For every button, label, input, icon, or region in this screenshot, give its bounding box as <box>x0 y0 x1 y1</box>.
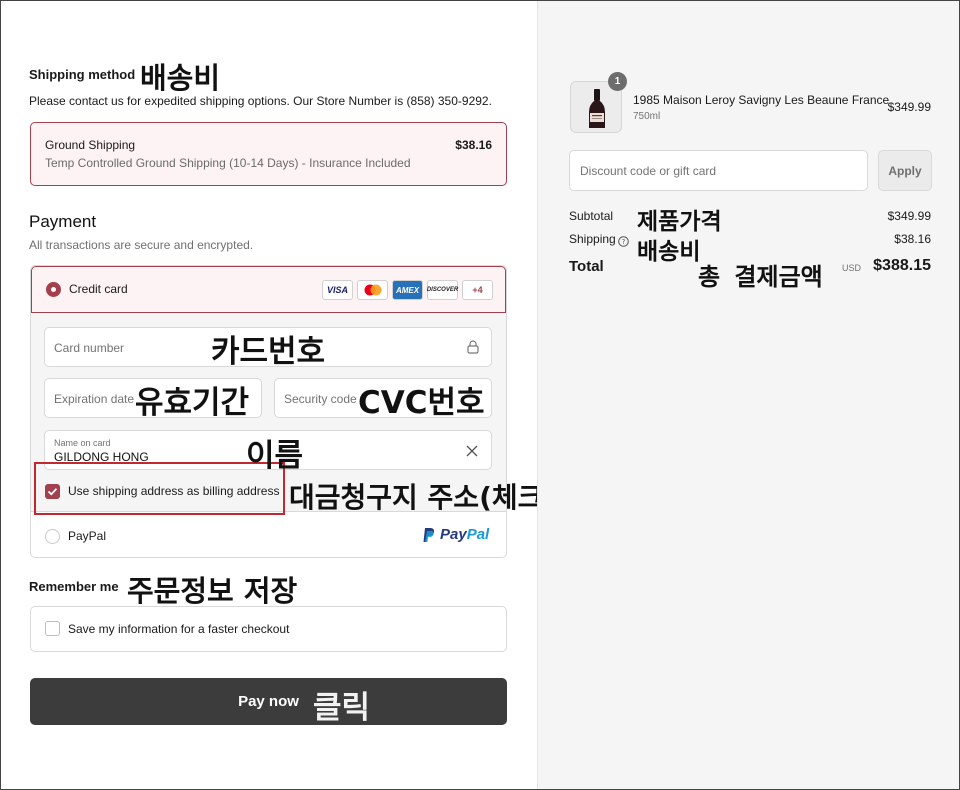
remember-me-option[interactable]: Save my information for a faster checkou… <box>30 606 507 652</box>
order-summary: 1 1985 Maison Leroy Savigny Les Beaune F… <box>537 1 959 789</box>
pay-now-button[interactable]: Pay now <box>30 678 507 725</box>
apply-button[interactable]: Apply <box>878 150 932 191</box>
product-price: $349.99 <box>887 100 931 114</box>
shipping-value: $38.16 <box>894 232 931 246</box>
annotation-click: 클릭 <box>313 690 371 726</box>
remember-me-label: Save my information for a faster checkou… <box>68 622 290 636</box>
clear-icon[interactable] <box>466 444 478 462</box>
amex-icon: AMEX <box>392 280 423 300</box>
total-label: Total <box>569 258 604 275</box>
checkout-form: Shipping method 배송비 Please contact us fo… <box>1 1 575 789</box>
credit-card-option[interactable]: Credit card VISA AMEX DISCOVER +4 <box>31 266 506 313</box>
payment-subtitle: All transactions are secure and encrypte… <box>29 238 254 252</box>
shipping-option-name: Ground Shipping <box>45 138 136 152</box>
credit-card-radio[interactable] <box>46 282 61 297</box>
paypal-logo-pal: Pal <box>466 526 490 543</box>
lock-icon <box>467 340 479 359</box>
annotation-summary-shipping: 배송비 <box>637 239 701 265</box>
apply-label: Apply <box>888 163 922 178</box>
annotation-product-price: 제품가격 <box>637 209 722 235</box>
annotation-billing: 대금청구지 주소(체크o) <box>289 481 576 514</box>
annotation-expiration: 유효기간 <box>135 385 250 421</box>
visa-icon: VISA <box>322 280 353 300</box>
product-name: 1985 Maison Leroy Savigny Les Beaune Fra… <box>633 93 890 107</box>
security-placeholder: Security code <box>284 392 357 406</box>
shipping-label: Shipping <box>569 232 616 246</box>
paypal-radio[interactable] <box>45 529 60 544</box>
subtotal-value: $349.99 <box>887 209 931 223</box>
shipping-option-price: $38.16 <box>455 138 492 152</box>
annotation-cvc: CVC번호 <box>358 385 485 421</box>
discount-placeholder: Discount code or gift card <box>580 164 717 178</box>
card-number-placeholder: Card number <box>54 341 125 355</box>
total-value: $388.15 <box>873 257 931 274</box>
annotation-total-amount: 총 결제금액 <box>698 263 823 291</box>
shipping-option-desc: Temp Controlled Ground Shipping (10-14 D… <box>45 156 411 170</box>
shipping-option[interactable]: Ground Shipping Temp Controlled Ground S… <box>30 122 507 186</box>
annotation-name: 이름 <box>246 438 304 474</box>
paypal-logo: Pay Pal <box>422 526 489 543</box>
more-cards-badge: +4 <box>462 280 493 300</box>
pay-now-label: Pay now <box>238 693 299 710</box>
subtotal-label: Subtotal <box>569 209 614 223</box>
product-variant: 750ml <box>633 111 661 122</box>
help-icon[interactable]: ? <box>618 234 629 252</box>
discover-icon: DISCOVER <box>427 280 458 300</box>
shipping-note: Please contact us for expedited shipping… <box>29 94 492 108</box>
remember-me-checkbox[interactable] <box>45 621 60 636</box>
expiration-placeholder: Expiration date <box>54 392 135 406</box>
remember-me-heading: Remember me <box>29 579 119 594</box>
annotation-shipping-cost: 배송비 <box>140 61 221 95</box>
annotation-card-number: 카드번호 <box>211 334 326 370</box>
payment-heading: Payment <box>29 212 97 231</box>
svg-text:?: ? <box>622 238 626 246</box>
total-currency: USD <box>842 263 862 273</box>
paypal-logo-pay: Pay <box>440 526 467 543</box>
paypal-label: PayPal <box>68 529 107 543</box>
mastercard-icon <box>357 280 388 300</box>
name-on-card-label: Name on card <box>54 438 111 448</box>
discount-input[interactable]: Discount code or gift card <box>569 150 868 191</box>
credit-card-label: Credit card <box>69 282 128 296</box>
shipping-method-heading: Shipping method <box>29 67 136 82</box>
quantity-badge: 1 <box>608 72 627 91</box>
annotation-remember: 주문정보 저장 <box>127 574 298 608</box>
